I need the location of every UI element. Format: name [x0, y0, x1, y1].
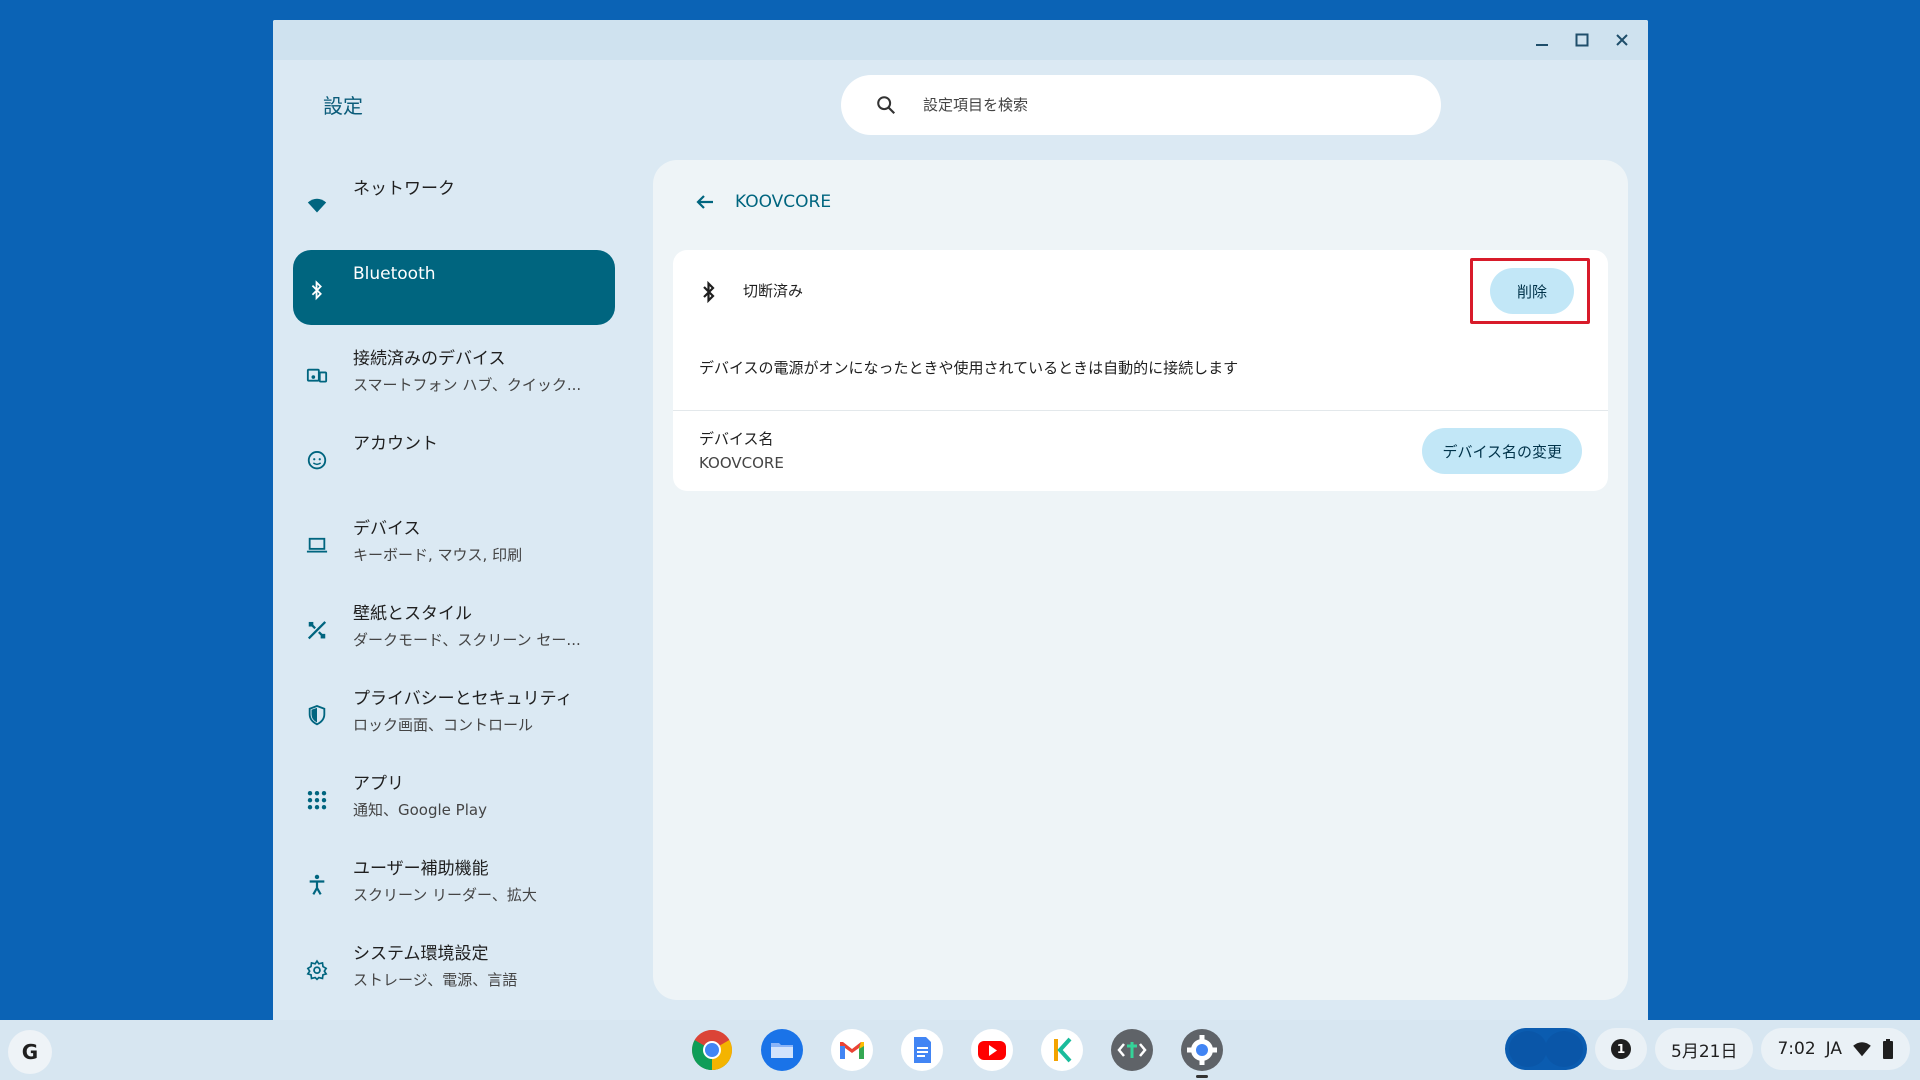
- text-editor-icon[interactable]: [1110, 1028, 1154, 1072]
- sidebar-item-system-preferences[interactable]: システム環境設定 ストレージ、電源、言語: [293, 930, 615, 1005]
- sidebar-item-title: デバイス: [353, 519, 421, 539]
- laptop-icon: [306, 534, 328, 556]
- search-box[interactable]: [841, 75, 1441, 135]
- notification-count: 1: [1611, 1039, 1631, 1059]
- close-icon: [1616, 34, 1628, 46]
- close-button[interactable]: [1604, 26, 1640, 54]
- battery-icon: [1883, 1039, 1893, 1059]
- youtube-icon[interactable]: [970, 1028, 1014, 1072]
- window-controls: [1524, 26, 1640, 54]
- sidebar-item-connected-devices[interactable]: 接続済みのデバイス スマートフォン ハブ、クイック...: [293, 335, 615, 410]
- page-header: KOOVCORE: [693, 190, 831, 214]
- divider: [673, 410, 1608, 411]
- time-text: 7:02: [1777, 1039, 1816, 1059]
- sidebar-item-subtitle: 通知、Google Play: [353, 801, 487, 819]
- status-row: 切断済み 削除: [673, 250, 1608, 330]
- device-card: 切断済み 削除 デバイスの電源がオンになったときや使用されているときは自動的に接…: [673, 250, 1608, 491]
- profile-pill[interactable]: [1505, 1028, 1587, 1070]
- bluetooth-icon: [306, 279, 328, 301]
- docs-icon[interactable]: [900, 1028, 944, 1072]
- sidebar-item-subtitle: ストレージ、電源、言語: [353, 971, 518, 989]
- date-display[interactable]: 5月21日: [1655, 1028, 1754, 1070]
- search-input[interactable]: [923, 96, 1403, 114]
- sidebar-item-privacy-security[interactable]: プライバシーとセキュリティ ロック画面、コントロール: [293, 675, 615, 750]
- sidebar-item-device[interactable]: デバイス キーボード, マウス, 印刷: [293, 505, 615, 580]
- page-title: KOOVCORE: [735, 192, 832, 212]
- wifi-status-icon: [1853, 1042, 1871, 1057]
- date-text: 5月21日: [1671, 1041, 1738, 1062]
- maximize-icon: [1575, 33, 1589, 47]
- sidebar-item-subtitle: スクリーン リーダー、拡大: [353, 886, 537, 904]
- apps-grid-icon: [306, 789, 328, 811]
- settings-icon[interactable]: [1180, 1028, 1224, 1078]
- minimize-icon: [1536, 44, 1548, 46]
- bluetooth-icon: [703, 280, 715, 304]
- account-icon: [306, 449, 328, 471]
- sidebar-item-title: 壁紙とスタイル: [353, 604, 472, 624]
- sidebar-item-title: ユーザー補助機能: [353, 859, 489, 879]
- chrome-icon[interactable]: [690, 1028, 734, 1072]
- sidebar-item-title: ネットワーク: [353, 179, 455, 199]
- notification-button[interactable]: 1: [1595, 1028, 1647, 1070]
- sidebar-item-title: システム環境設定: [353, 944, 489, 964]
- sidebar-item-bluetooth[interactable]: Bluetooth: [293, 250, 615, 325]
- sidebar-item-subtitle: キーボード, マウス, 印刷: [353, 546, 523, 564]
- sidebar-item-subtitle: ロック画面、コントロール: [353, 716, 534, 734]
- sidebar: ネットワーク Bluetooth 接続済みのデバイス スマートフォン ハブ、クイ…: [293, 165, 615, 1015]
- shield-icon: [306, 704, 328, 726]
- sidebar-item-title: Bluetooth: [353, 264, 436, 284]
- auto-connect-text: デバイスの電源がオンになったときや使用されているときは自動的に接続します: [699, 359, 1239, 377]
- wifi-icon: [306, 194, 328, 216]
- status-tray: 1 5月21日 7:02 JA: [1505, 1028, 1910, 1070]
- sidebar-item-subtitle: ダークモード、スクリーン セー...: [353, 631, 581, 649]
- accessibility-icon: [306, 874, 328, 896]
- shelf-apps: [690, 1028, 1224, 1078]
- device-name-label: デバイス名: [699, 430, 774, 448]
- system-tray[interactable]: 7:02 JA: [1761, 1028, 1910, 1070]
- gear-icon: [306, 959, 328, 981]
- sidebar-item-title: アプリ: [353, 774, 404, 794]
- files-icon[interactable]: [760, 1028, 804, 1072]
- search-icon: [877, 96, 896, 115]
- sidebar-item-network[interactable]: ネットワーク: [293, 165, 615, 240]
- rename-device-button[interactable]: デバイス名の変更: [1422, 428, 1582, 474]
- shelf: G 1 5月21日 7:02 JA: [0, 1020, 1920, 1080]
- app-title: 設定: [323, 94, 363, 118]
- sidebar-item-title: プライバシーとセキュリティ: [353, 689, 573, 709]
- maximize-button[interactable]: [1564, 26, 1600, 54]
- settings-window: 設定 ネットワーク Bluetooth: [273, 20, 1648, 1020]
- kami-icon[interactable]: [1040, 1028, 1084, 1072]
- sidebar-item-accessibility[interactable]: ユーザー補助機能 スクリーン リーダー、拡大: [293, 845, 615, 920]
- gmail-icon[interactable]: [830, 1028, 874, 1072]
- connection-status: 切断済み: [743, 282, 804, 300]
- sidebar-item-wallpaper-style[interactable]: 壁紙とスタイル ダークモード、スクリーン セー...: [293, 590, 615, 665]
- device-name-value: KOOVCORE: [699, 454, 784, 472]
- minimize-button[interactable]: [1524, 26, 1560, 54]
- sidebar-item-subtitle: スマートフォン ハブ、クイック...: [353, 376, 582, 394]
- palette-icon: [306, 619, 328, 641]
- sidebar-item-apps[interactable]: アプリ 通知、Google Play: [293, 760, 615, 835]
- delete-button[interactable]: 削除: [1490, 268, 1574, 314]
- devices-icon: [306, 364, 328, 386]
- sidebar-item-account[interactable]: アカウント: [293, 420, 615, 495]
- detail-panel: KOOVCORE 切断済み 削除 デバイスの電源がオンになったときや使用されてい…: [653, 160, 1628, 1000]
- sidebar-item-title: 接続済みのデバイス: [353, 349, 506, 369]
- title-bar[interactable]: [273, 20, 1648, 60]
- sidebar-item-title: アカウント: [353, 434, 438, 454]
- ime-indicator: JA: [1825, 1039, 1842, 1059]
- launcher-button[interactable]: G: [8, 1030, 52, 1074]
- back-arrow-icon[interactable]: [693, 190, 717, 214]
